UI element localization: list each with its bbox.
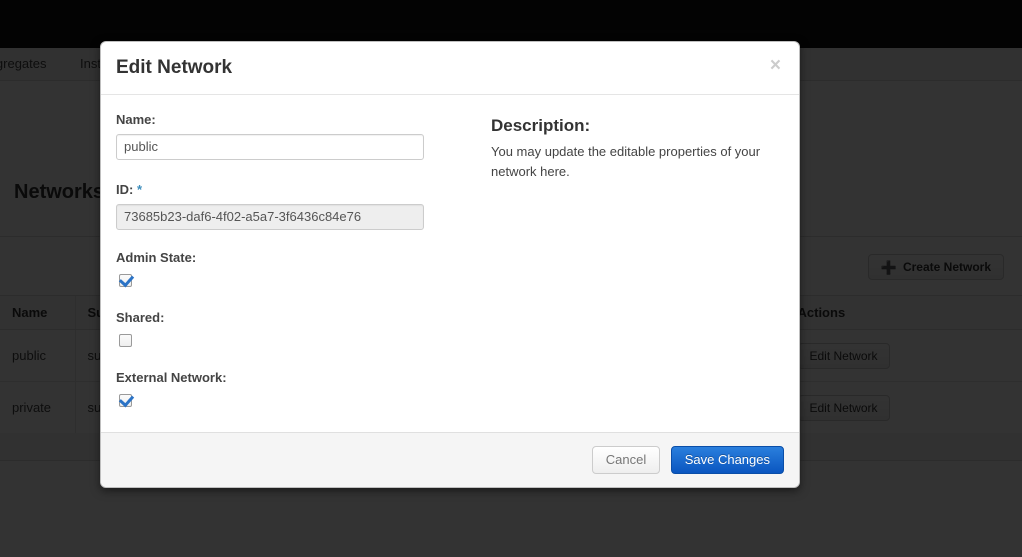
close-icon[interactable]: × [766,54,785,77]
id-field-label: ID: * [116,182,476,197]
save-changes-button[interactable]: Save Changes [670,445,784,474]
admin-state-checkbox[interactable] [119,273,132,287]
id-field-label-text: ID: [116,181,134,197]
required-marker-icon: * [136,181,143,197]
modal-footer: Cancel Save Changes [101,431,799,487]
description-title: Description: [491,115,591,135]
edit-network-modal: Edit Network × Name: ID: * Admin State: … [100,41,800,488]
cancel-button[interactable]: Cancel [591,445,661,474]
admin-state-checkbox-wrap [119,272,476,290]
modal-header: Edit Network × [101,42,799,95]
admin-state-label: Admin State: [116,249,197,265]
description-text: You may update the editable properties o… [491,143,761,179]
shared-checkbox[interactable] [119,333,132,347]
shared-label: Shared: [116,309,165,325]
name-input[interactable] [116,133,424,160]
shared-checkbox-wrap [119,332,476,350]
external-network-label: External Network: [116,369,227,385]
id-input [116,203,424,230]
modal-title: Edit Network [116,57,233,78]
modal-body: Name: ID: * Admin State: Shared: Externa… [101,95,799,432]
external-network-checkbox-wrap [119,392,476,410]
help-column: Description: You may update the editable… [476,112,784,410]
external-network-checkbox[interactable] [119,393,132,407]
name-field-label: Name: [116,111,156,127]
form-column: Name: ID: * Admin State: Shared: Externa… [116,112,476,410]
